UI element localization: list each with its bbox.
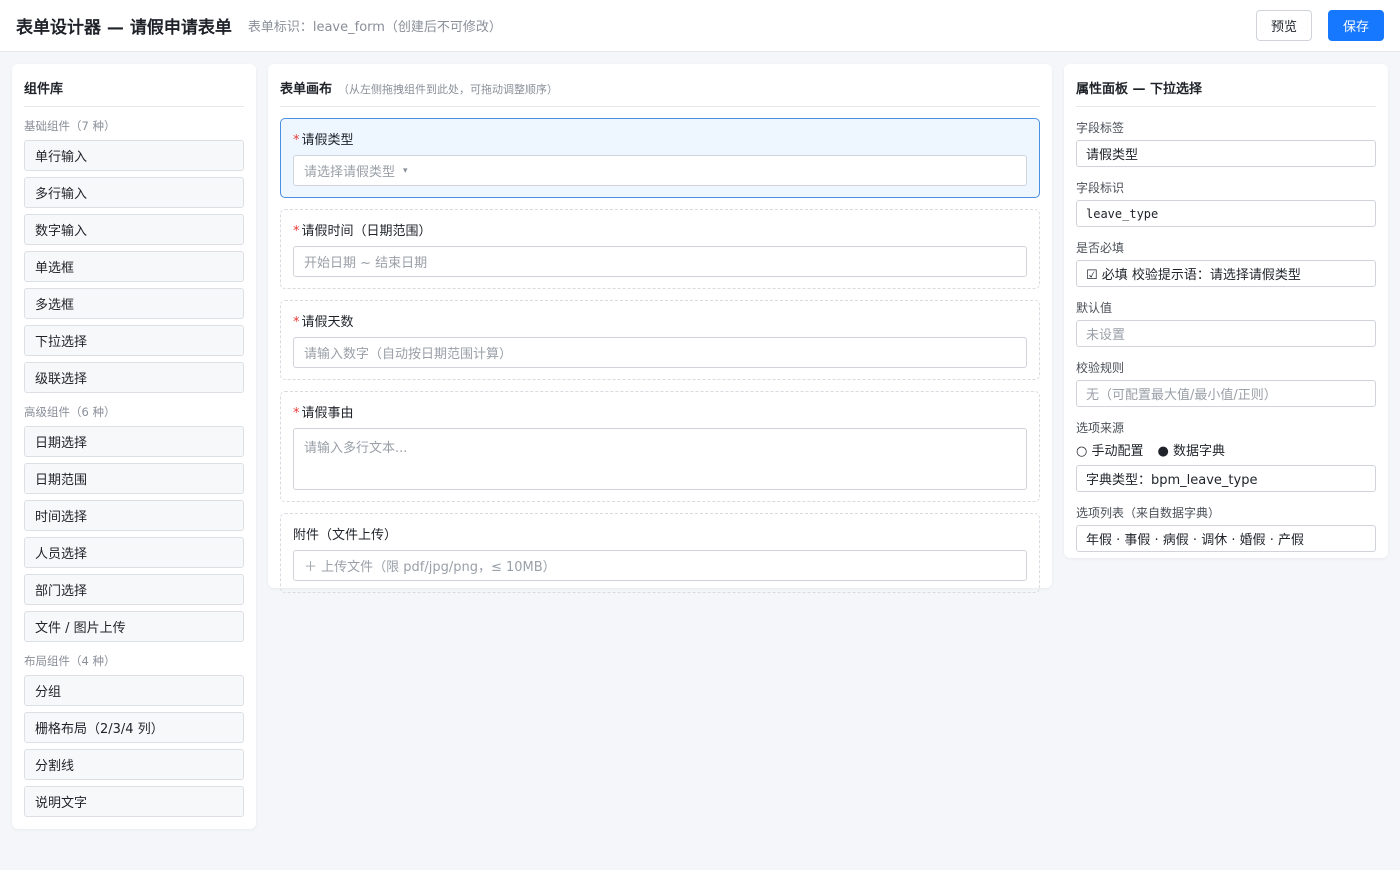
number-input[interactable]: 请输入数字（自动按日期范围计算） xyxy=(293,337,1027,368)
component-time-picker[interactable]: 时间选择 xyxy=(24,500,244,531)
default-value-label: 默认值 xyxy=(1076,301,1113,315)
canvas-title: 表单画布 （从左侧拖拽组件到此处，可拖动调整顺序） xyxy=(280,78,1040,107)
select-placeholder: 请选择请假类型 xyxy=(304,165,396,180)
canvas-title-text: 表单画布 xyxy=(280,82,333,97)
field-label: * 请假天数 xyxy=(293,311,1027,330)
component-library-panel: 组件库 基础组件（7 种） 单行输入 多行输入 数字输入 单选框 多选框 下拉选… xyxy=(12,64,256,829)
file-upload-input[interactable]: ＋ 上传文件（限 pdf/jpg/png，≤ 10MB） xyxy=(293,550,1027,581)
library-title: 组件库 xyxy=(24,78,244,107)
component-textarea[interactable]: 多行输入 xyxy=(24,177,244,208)
reason-textarea[interactable]: 请输入多行文本... xyxy=(293,428,1027,490)
component-grid-layout[interactable]: 栅格布局（2/3/4 列） xyxy=(24,712,244,743)
date-range-input[interactable]: 开始日期 ~ 结束日期 xyxy=(293,246,1027,277)
required-setting[interactable]: ☑ 必填 校验提示语：请选择请假类型 xyxy=(1076,260,1376,287)
validation-rule-label: 校验规则 xyxy=(1076,361,1125,375)
field-label: * 请假时间（日期范围） xyxy=(293,220,1027,239)
canvas-field-leave-reason[interactable]: * 请假事由 请输入多行文本... xyxy=(280,391,1040,502)
required-mark: * xyxy=(293,406,300,421)
field-label-text: 请假时间（日期范围） xyxy=(301,224,432,239)
component-group[interactable]: 分组 xyxy=(24,675,244,706)
field-label-label: 字段标签 xyxy=(1076,121,1125,135)
component-description[interactable]: 说明文字 xyxy=(24,786,244,817)
radio-manual[interactable]: ○ 手动配置 xyxy=(1076,440,1143,459)
field-label: 附件（文件上传） xyxy=(293,524,1027,543)
group-label-advanced: 高级组件（6 种） xyxy=(24,405,116,419)
leave-type-select[interactable]: 请选择请假类型 ▾ xyxy=(293,155,1027,186)
option-source-label: 选项来源 xyxy=(1076,421,1125,435)
canvas-hint: （从左侧拖拽组件到此处，可拖动调整顺序） xyxy=(338,83,559,96)
validation-rule-input[interactable]: 无（可配置最大值/最小值/正则） xyxy=(1076,380,1376,407)
field-label-text: 请假类型 xyxy=(301,133,354,148)
field-label-input[interactable]: 请假类型 xyxy=(1076,140,1376,167)
component-radio[interactable]: 单选框 xyxy=(24,251,244,282)
component-select[interactable]: 下拉选择 xyxy=(24,325,244,356)
component-date-picker[interactable]: 日期选择 xyxy=(24,426,244,457)
option-source-radios: ○ 手动配置 ● 数据字典 xyxy=(1076,440,1376,459)
page-title: 表单设计器 — 请假申请表单 xyxy=(16,18,232,38)
component-file-upload[interactable]: 文件 / 图片上传 xyxy=(24,611,244,642)
dict-type-input[interactable]: 字典类型：bpm_leave_type xyxy=(1076,465,1376,492)
props-title: 属性面板 — 下拉选择 xyxy=(1076,78,1376,107)
form-canvas-panel: 表单画布 （从左侧拖拽组件到此处，可拖动调整顺序） * 请假类型 请选择请假类型 ▾ … xyxy=(268,64,1052,593)
component-single-input[interactable]: 单行输入 xyxy=(24,140,244,171)
required-mark: * xyxy=(293,315,300,330)
component-cascader[interactable]: 级联选择 xyxy=(24,362,244,393)
top-bar: 表单设计器 — 请假申请表单 表单标识：leave_form（创建后不可修改） … xyxy=(0,0,1400,52)
default-value-input[interactable]: 未设置 xyxy=(1076,320,1376,347)
options-list-label: 选项列表（来自数据字典） xyxy=(1076,506,1221,520)
canvas-field-attachment[interactable]: 附件（文件上传） ＋ 上传文件（限 pdf/jpg/png，≤ 10MB） xyxy=(280,513,1040,593)
required-mark: * xyxy=(293,133,300,148)
group-label-layout: 布局组件（4 种） xyxy=(24,654,116,668)
component-user-picker[interactable]: 人员选择 xyxy=(24,537,244,568)
field-id-input[interactable]: leave_type xyxy=(1076,200,1376,227)
header-actions: 预览 保存 xyxy=(1255,10,1384,41)
field-label: * 请假类型 xyxy=(293,129,1027,148)
required-label: 是否必填 xyxy=(1076,241,1125,255)
component-dept-picker[interactable]: 部门选择 xyxy=(24,574,244,605)
group-label-basic: 基础组件（7 种） xyxy=(24,119,116,133)
field-label-text: 附件（文件上传） xyxy=(293,528,398,543)
preview-button[interactable]: 预览 xyxy=(1255,10,1312,41)
radio-dictionary[interactable]: ● 数据字典 xyxy=(1157,440,1224,459)
save-button[interactable]: 保存 xyxy=(1327,10,1384,41)
canvas-field-leave-period[interactable]: * 请假时间（日期范围） 开始日期 ~ 结束日期 xyxy=(280,209,1040,289)
options-list-value[interactable]: 年假 · 事假 · 病假 · 调休 · 婚假 · 产假 xyxy=(1076,525,1376,552)
component-divider[interactable]: 分割线 xyxy=(24,749,244,780)
component-number-input[interactable]: 数字输入 xyxy=(24,214,244,245)
field-label-text: 请假天数 xyxy=(301,315,354,330)
field-label: * 请假事由 xyxy=(293,402,1027,421)
component-checkbox[interactable]: 多选框 xyxy=(24,288,244,319)
chevron-down-icon: ▾ xyxy=(403,165,408,176)
canvas-field-leave-days[interactable]: * 请假天数 请输入数字（自动按日期范围计算） xyxy=(280,300,1040,380)
property-panel: 属性面板 — 下拉选择 字段标签 请假类型 字段标识 leave_type 是否… xyxy=(1064,64,1388,558)
field-label-text: 请假事由 xyxy=(301,406,354,421)
form-id-text: 表单标识：leave_form（创建后不可修改） xyxy=(247,20,502,35)
component-date-range[interactable]: 日期范围 xyxy=(24,463,244,494)
required-mark: * xyxy=(293,224,300,239)
canvas-field-leave-type[interactable]: * 请假类型 请选择请假类型 ▾ xyxy=(280,118,1040,198)
field-id-label: 字段标识 xyxy=(1076,181,1125,195)
